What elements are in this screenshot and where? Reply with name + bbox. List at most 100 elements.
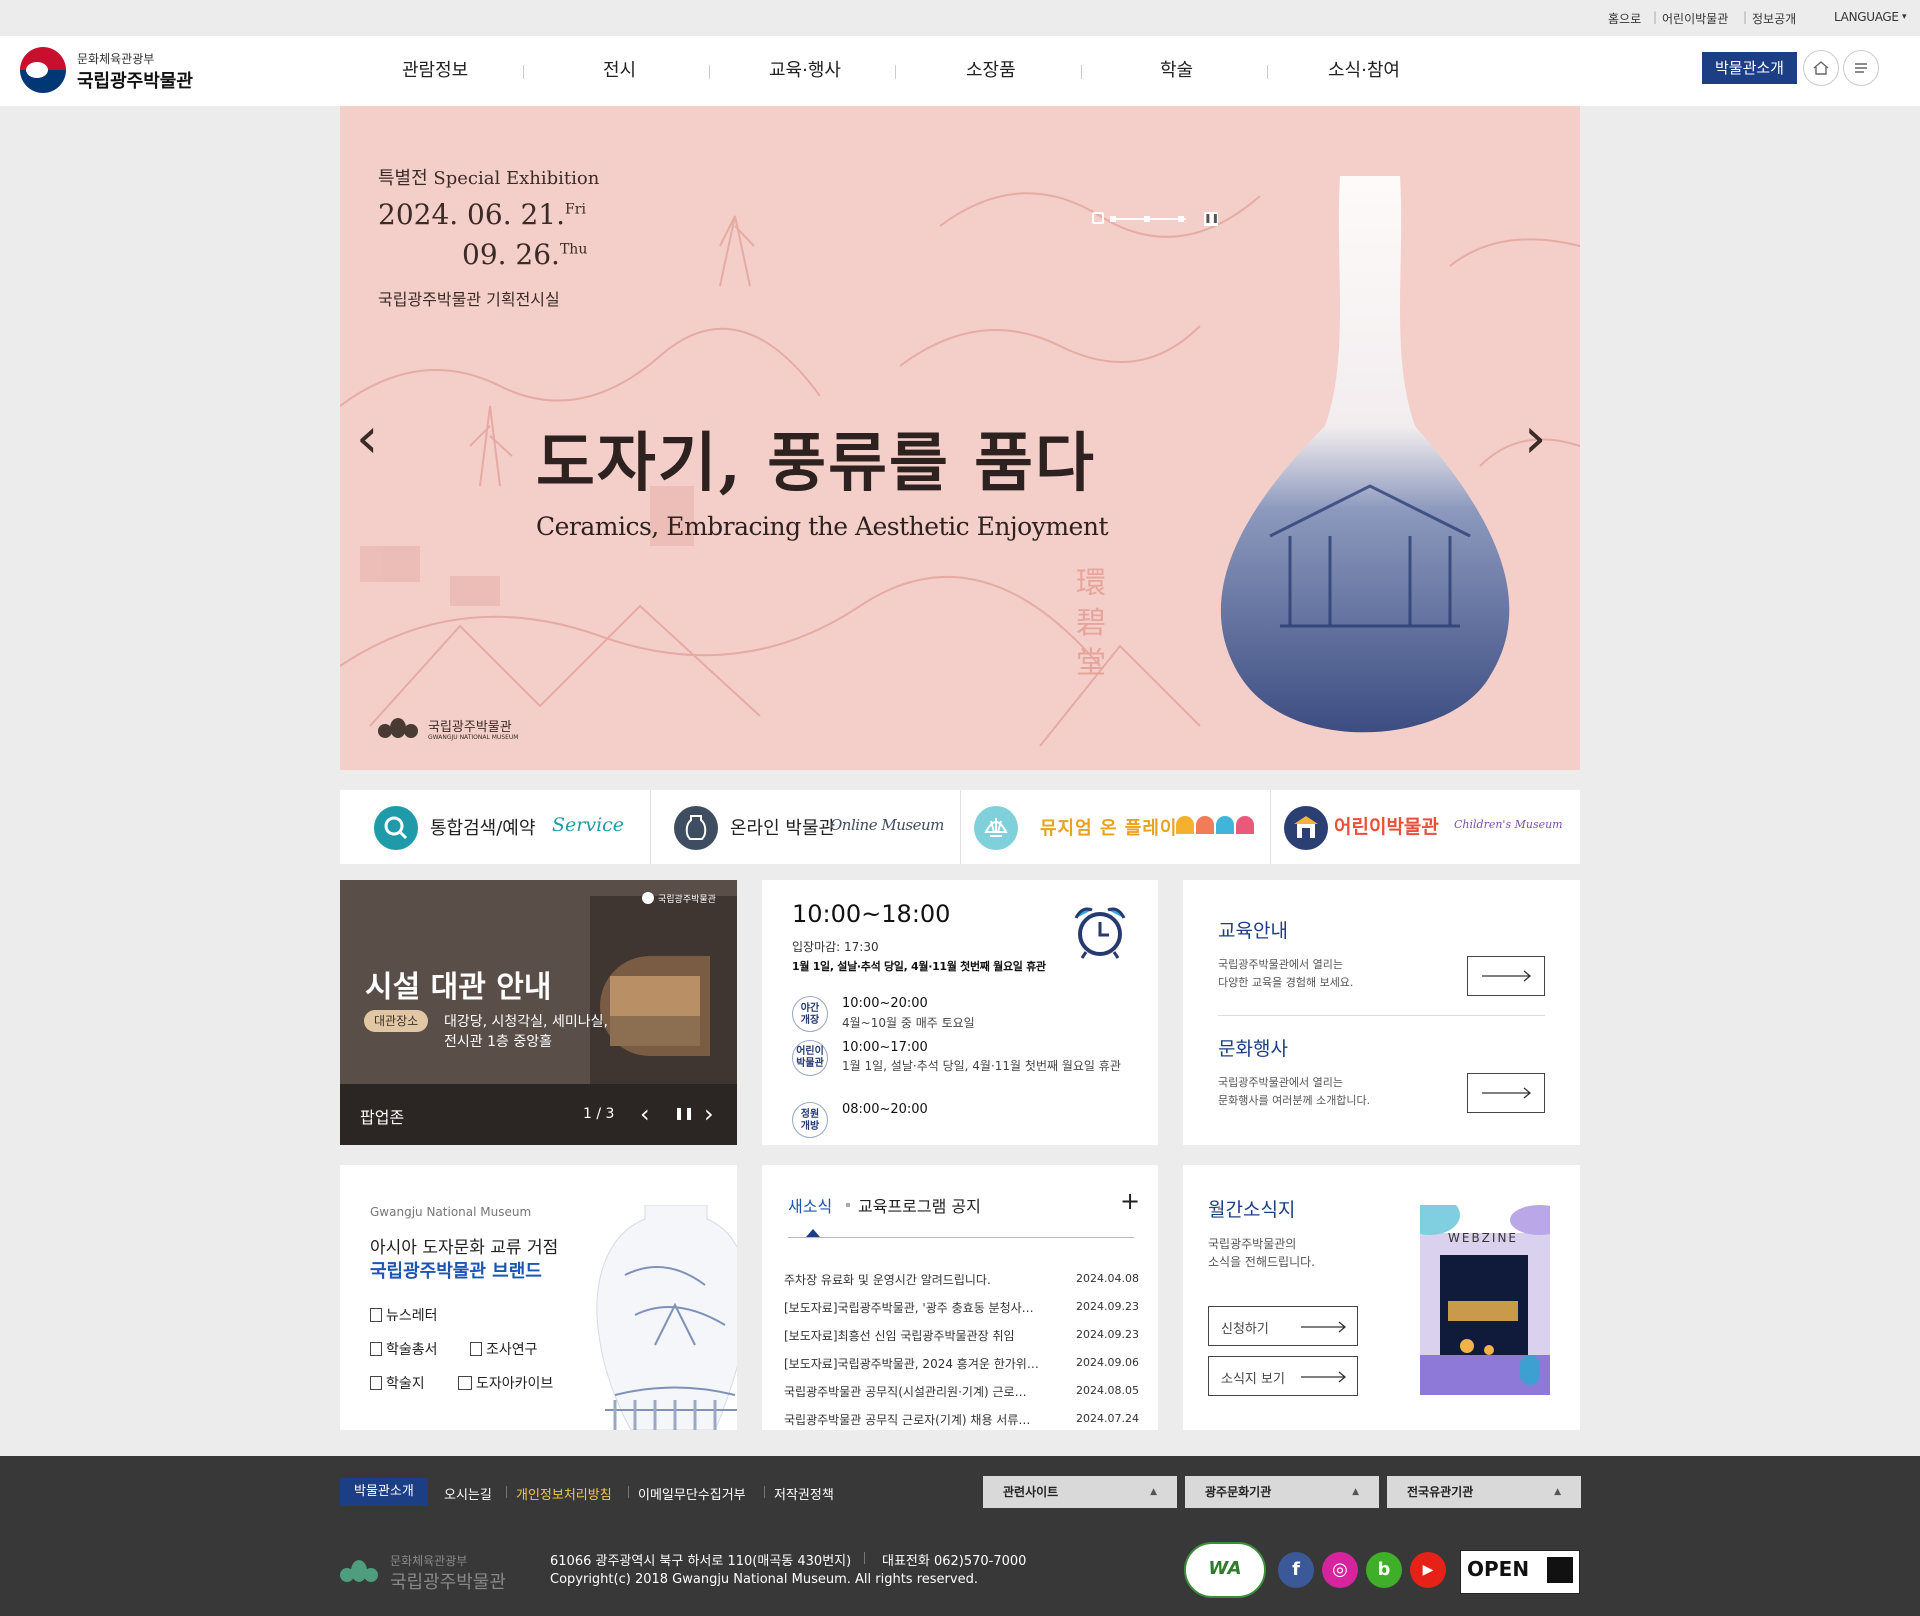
nav-item-news[interactable]: 소식·참여 xyxy=(1328,36,1400,106)
nav-item-visit[interactable]: 관람정보 xyxy=(402,36,468,106)
government-emblem-icon[interactable] xyxy=(20,47,66,93)
quick-link-museum-on-play[interactable]: 뮤지엄 온 플레이 xyxy=(960,790,1270,864)
news-more-icon[interactable]: + xyxy=(1120,1187,1140,1215)
brand-line1: 아시아 도자문화 교류 거점 xyxy=(370,1238,559,1258)
popup-badge-icon xyxy=(642,892,654,904)
culture-event-title[interactable]: 문화행사 xyxy=(1218,1034,1288,1061)
popup-title: 시설 대관 안내 xyxy=(365,970,552,1005)
footer-copyright: Copyright(c) 2018 Gwangju National Museu… xyxy=(550,1572,978,1587)
home-button[interactable] xyxy=(1803,50,1839,86)
news-tab-notice[interactable]: 새소식 xyxy=(788,1193,832,1217)
nav-item-research[interactable]: 학술 xyxy=(1160,36,1193,106)
quick-link-childrens-museum[interactable]: 어린이박물관 Children's Museum xyxy=(1270,790,1580,864)
brand-line2[interactable]: 국립광주박물관 브랜드 xyxy=(370,1257,542,1283)
footer-link-email-policy[interactable]: 이메일무단수집거부 xyxy=(638,1484,746,1503)
quick-link-sub: Service xyxy=(552,814,625,836)
brand-link-journal[interactable]: 학술지 xyxy=(370,1373,425,1393)
gwangju-culture-select[interactable]: 광주문화기관 ▲ xyxy=(1185,1476,1379,1508)
quick-link-label: 어린이박물관 xyxy=(1334,816,1439,838)
arrow-right-icon xyxy=(1482,1087,1532,1099)
quick-link-search[interactable]: 통합검색/예약 Service xyxy=(340,790,650,864)
hours-deadline: 입장마감: 17:30 xyxy=(792,940,879,954)
nav-item-education[interactable]: 교육·행사 xyxy=(769,36,841,106)
menu-button[interactable] xyxy=(1843,50,1879,86)
quick-link-online-museum[interactable]: 온라인 박물관 Online Museum xyxy=(650,790,960,864)
wa-certification-badge[interactable]: WA xyxy=(1184,1542,1266,1598)
caret-up-icon: ▲ xyxy=(1554,1487,1561,1497)
util-home-link[interactable]: 홈으로 xyxy=(1608,10,1641,27)
webzine-cover-image[interactable]: WEBZINE xyxy=(1420,1205,1550,1395)
util-kids-link[interactable]: 어린이박물관 xyxy=(1662,10,1728,27)
logo-ministry[interactable]: 문화체육관광부 xyxy=(77,50,154,67)
kogl-open-license-badge[interactable]: OPEN xyxy=(1460,1550,1580,1594)
nav-item-collection[interactable]: 소장품 xyxy=(966,36,1016,106)
util-info-link[interactable]: 정보공개 xyxy=(1752,10,1796,27)
subscribe-button[interactable]: 신청하기 xyxy=(1208,1306,1358,1346)
logo-museum-name[interactable]: 국립광주박물관 xyxy=(77,67,193,93)
hero-prev-arrow-icon[interactable]: ‹ xyxy=(356,406,378,471)
garden-opening-tag: 정원 개방 xyxy=(800,1109,820,1132)
slide-pause-button[interactable]: ❚❚ xyxy=(1204,212,1219,226)
view-newsletter-button[interactable]: 소식지 보기 xyxy=(1208,1356,1358,1396)
instagram-icon[interactable]: ◎ xyxy=(1322,1552,1358,1588)
education-more-button[interactable] xyxy=(1467,956,1545,996)
culture-event-desc-line2: 문화행사를 여러분께 소개합니다. xyxy=(1218,1094,1371,1107)
footer-link-privacy[interactable]: 개인정보처리방침 xyxy=(516,1484,612,1503)
book-icon xyxy=(370,1342,382,1356)
popup-badge: 국립광주박물관 xyxy=(658,895,716,905)
garden-opening-time: 08:00~20:00 xyxy=(842,1102,928,1117)
news-item-title[interactable]: [보도자료]최흥선 신임 국립광주박물관장 취임 xyxy=(784,1327,1054,1344)
slide-dot[interactable] xyxy=(1144,216,1150,222)
alarm-clock-icon xyxy=(1074,907,1126,959)
popup-zone[interactable]: 국립광주박물관 시설 대관 안내 대관장소 대강당, 시청각실, 세미나실, 전… xyxy=(340,880,737,1145)
brand-link-series[interactable]: 학술총서 xyxy=(370,1339,438,1359)
youtube-icon[interactable]: ▶ xyxy=(1410,1552,1446,1588)
kids-museum-note: 1월 1일, 설날·추석 당일, 4월·11월 첫번째 월요일 휴관 xyxy=(842,1059,1121,1073)
ceramic-vase-illustration xyxy=(1220,176,1510,733)
popup-pause-icon[interactable]: ❚❚ xyxy=(674,1106,694,1120)
brand-link-research[interactable]: 조사연구 xyxy=(470,1339,538,1359)
news-item-title[interactable]: 국립광주박물관 공무직 근로자(기계) 채용 서류… xyxy=(784,1411,1054,1427)
education-title[interactable]: 교육안내 xyxy=(1218,916,1288,943)
culture-event-more-button[interactable] xyxy=(1467,1073,1545,1113)
museum-intro-button[interactable]: 박물관소개 xyxy=(1702,52,1797,84)
news-item-title[interactable]: 주차장 유료화 및 운영시간 알려드립니다. xyxy=(784,1271,1054,1288)
footer-link-about[interactable]: 박물관소개 xyxy=(340,1478,428,1506)
site-header: 문화체육관광부 국립광주박물관 관람정보 전시 교육·행사 소장품 학술 소식·… xyxy=(0,36,1920,106)
utility-bar: 홈으로 | 어린이박물관 | 정보공개 LANGUAGE ▾ xyxy=(0,0,1920,36)
hero-banner[interactable]: 특별전 Special Exhibition 2024. 06. 21.Fri … xyxy=(340,106,1580,770)
news-item-title[interactable]: [보도자료]국립광주박물관, '광주 충효동 분청사… xyxy=(784,1299,1054,1316)
search-icon xyxy=(374,806,418,850)
nav-divider xyxy=(709,65,710,79)
slide-dot-active[interactable] xyxy=(1092,212,1104,224)
popup-next-icon[interactable]: › xyxy=(704,1100,714,1128)
hero-next-arrow-icon[interactable]: › xyxy=(1524,406,1546,471)
footer-ministry: 문화체육관광부 xyxy=(390,1554,468,1568)
popup-prev-icon[interactable]: ‹ xyxy=(640,1100,650,1128)
archive-icon xyxy=(458,1376,472,1390)
brand-card: Gwangju National Museum 아시아 도자문화 교류 거점 국… xyxy=(340,1165,737,1430)
brand-link-archive[interactable]: 도자아카이브 xyxy=(458,1373,553,1393)
news-tab-education[interactable]: 교육프로그램 공지 xyxy=(858,1193,981,1217)
slide-dot[interactable] xyxy=(1178,216,1184,222)
util-language-select[interactable]: LANGUAGE xyxy=(1834,10,1899,24)
related-sites-select[interactable]: 관련사이트 ▲ xyxy=(983,1476,1177,1508)
building-icon xyxy=(1284,806,1328,850)
news-item-title[interactable]: [보도자료]국립광주박물관, 2024 흥겨운 한가위… xyxy=(784,1355,1054,1372)
research-icon xyxy=(470,1342,482,1356)
blog-icon[interactable]: b xyxy=(1366,1552,1402,1588)
brand-link-newsletter[interactable]: 뉴스레터 xyxy=(370,1305,438,1325)
facebook-icon[interactable]: f xyxy=(1278,1552,1314,1588)
night-opening-tag: 야간 개장 xyxy=(800,1003,820,1026)
footer-link-directions[interactable]: 오시는길 xyxy=(444,1484,492,1503)
license-person-icon xyxy=(1547,1557,1573,1583)
national-institutions-select[interactable]: 전국유관기관 ▲ xyxy=(1387,1476,1581,1508)
news-item-title[interactable]: 국립광주박물관 공무직(시설관리원·기계) 근로… xyxy=(784,1383,1054,1400)
nav-item-exhibition[interactable]: 전시 xyxy=(603,36,636,106)
vase-icon xyxy=(674,806,718,850)
hero-date-end: 09. 26.Thu xyxy=(462,238,587,271)
nav-divider xyxy=(523,65,524,79)
site-footer: 박물관소개 오시는길 개인정보처리방침 이메일무단수집거부 저작권정책 관련사이… xyxy=(0,1456,1920,1616)
hours-main: 10:00~18:00 xyxy=(792,900,951,928)
footer-link-copyright[interactable]: 저작권정책 xyxy=(774,1484,834,1503)
